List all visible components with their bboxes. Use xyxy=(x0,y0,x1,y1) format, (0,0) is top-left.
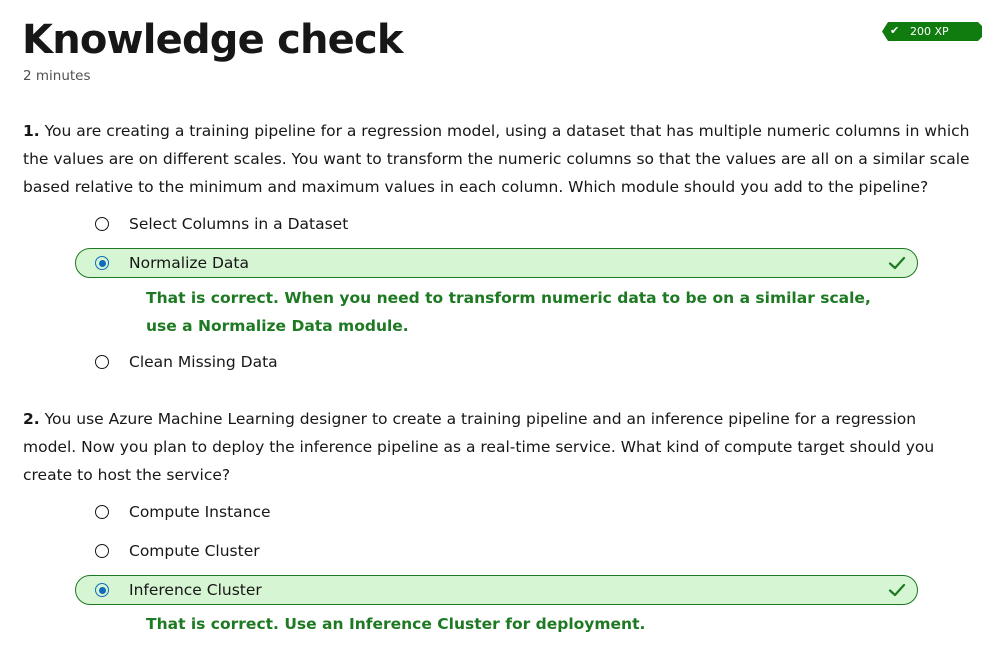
option-label: Select Columns in a Dataset xyxy=(129,215,349,233)
check-icon xyxy=(888,583,906,597)
radio-dot xyxy=(98,586,106,594)
q1-option-clean-missing-data[interactable]: Clean Missing Data xyxy=(75,347,918,377)
badge-check-icon: ✔ xyxy=(890,24,900,37)
question-2-text: 2. You use Azure Machine Learning design… xyxy=(23,405,973,489)
q2-option-inference-cluster[interactable]: Inference Cluster xyxy=(75,575,918,605)
question-body: You use Azure Machine Learning designer … xyxy=(23,410,935,484)
q1-feedback: That is correct. When you need to transf… xyxy=(146,289,871,335)
option-label: Normalize Data xyxy=(129,254,249,272)
q1-option-select-columns[interactable]: Select Columns in a Dataset xyxy=(75,209,918,239)
xp-badge: ✔ 200 XP xyxy=(882,22,982,41)
radio-button[interactable] xyxy=(95,505,109,519)
q2-option-compute-instance[interactable]: Compute Instance xyxy=(75,497,918,527)
option-label: Clean Missing Data xyxy=(129,353,278,371)
radio-button[interactable] xyxy=(95,217,109,231)
check-icon xyxy=(888,256,906,270)
question-body: You are creating a training pipeline for… xyxy=(23,122,970,196)
question-number: 1. xyxy=(23,122,40,140)
q2-feedback: That is correct. Use an Inference Cluste… xyxy=(146,615,646,633)
q1-option-normalize-data[interactable]: Normalize Data xyxy=(75,248,918,278)
radio-dot xyxy=(98,259,106,267)
radio-button-selected[interactable] xyxy=(95,256,109,270)
duration-label: 2 minutes xyxy=(23,68,91,84)
question-1-text: 1. You are creating a training pipeline … xyxy=(23,117,973,201)
option-label: Compute Cluster xyxy=(129,542,260,560)
page-title: Knowledge check xyxy=(22,17,404,63)
radio-button[interactable] xyxy=(95,544,109,558)
radio-button-selected[interactable] xyxy=(95,583,109,597)
radio-button[interactable] xyxy=(95,355,109,369)
xp-badge-label: 200 XP xyxy=(910,25,949,38)
option-label: Inference Cluster xyxy=(129,581,262,599)
question-number: 2. xyxy=(23,410,40,428)
q2-option-compute-cluster[interactable]: Compute Cluster xyxy=(75,536,918,566)
option-label: Compute Instance xyxy=(129,503,271,521)
